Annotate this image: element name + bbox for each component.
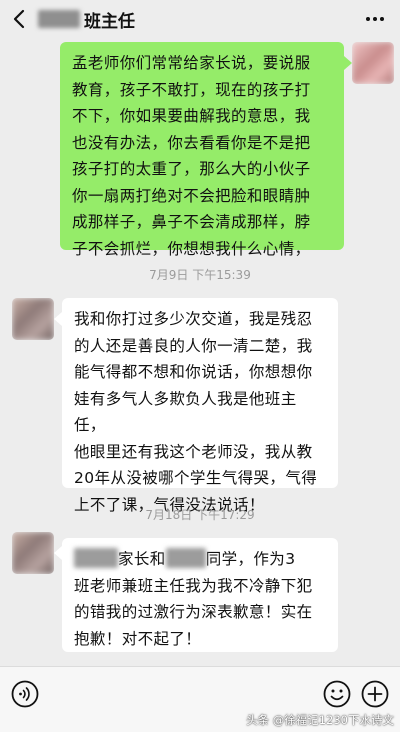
timestamp: 7月18日 下午17:29	[145, 508, 255, 522]
message-line: 家长和 同学，作为3	[74, 546, 326, 573]
watermark: 头条 @徐福记1230下水诗文	[246, 713, 394, 727]
bubble-tail	[54, 312, 62, 326]
message-bubble-received[interactable]: 我和你打过多少次交道，我是残忍 的人还是善良的人你一清二楚，我 能气得都不想和你…	[62, 298, 338, 514]
redacted-name	[165, 548, 206, 568]
message-line: 成那样子，鼻子不会清成那样，脖	[72, 213, 311, 231]
message-line: 他眼里还有我这个老师没，我从教	[74, 442, 313, 461]
message-line: 不下，你如果要曲解我的意思，我	[72, 107, 311, 125]
my-avatar[interactable]	[352, 42, 394, 84]
message-bubble-received[interactable]: 家长和 同学，作为3 班老师兼班主任我为我不冷静下犯 的错我的过激行为深表歉意！实…	[62, 538, 338, 652]
teacher-avatar[interactable]	[12, 298, 54, 340]
redacted-name	[38, 10, 80, 28]
bubble-tail	[54, 546, 62, 560]
message-line: 子不会抓烂，你想想我什么心情，	[72, 239, 311, 258]
message-line: 孟老师你们常常给家长说，要说服	[72, 54, 311, 72]
emoji-icon[interactable]	[322, 679, 352, 709]
teacher-avatar[interactable]	[12, 532, 54, 574]
input-bar: 头条 @徐福记1230下水诗文	[0, 666, 400, 732]
chat-title-area: 班主任	[38, 7, 135, 32]
message-text: 家长和	[118, 550, 166, 568]
message-line: 你一扇两打绝对不会把脸和眼睛肿	[72, 186, 311, 205]
more-dots-icon[interactable]	[364, 8, 386, 30]
message-line: 娃有多气人多欺负人我是他班主任，	[74, 389, 297, 435]
message-line: 教育，孩子不敢打，现在的孩子打	[72, 80, 311, 99]
chat-header: 班主任	[0, 0, 400, 38]
chat-title: 班主任	[84, 11, 135, 32]
message-line: 的人还是善良的人你一清二楚，我	[74, 336, 313, 355]
message-line: 能气得都不想和你说话，你想想你	[74, 363, 313, 381]
message-text: 同学，作为3	[205, 550, 296, 568]
message-line: 也没有办法，你去看看你是不是把	[72, 133, 311, 152]
message-line: 我和你打过多少次交道，我是残忍	[74, 310, 313, 328]
message-line: 20年从没被哪个学生气得哭，气得	[74, 469, 318, 487]
timestamp: 7月9日 下午15:39	[149, 268, 251, 282]
message-line: 孩子打的太重了，那么大的小伙子	[72, 160, 311, 178]
message-line: 抱歉！对不起了！	[74, 629, 202, 648]
plus-icon[interactable]	[360, 679, 390, 709]
redacted-name	[74, 548, 118, 568]
chevron-left-icon[interactable]	[8, 7, 32, 31]
message-line: 的错我的过激行为深表歉意！实在	[74, 603, 313, 621]
message-line: 班老师兼班主任我为我不冷静下犯	[74, 576, 313, 595]
bubble-tail	[344, 56, 352, 70]
message-bubble-sent[interactable]: 孟老师你们常常给家长说，要说服 教育，孩子不敢打，现在的孩子打 不下，你如果要曲…	[60, 42, 344, 258]
voice-icon[interactable]	[10, 679, 40, 709]
